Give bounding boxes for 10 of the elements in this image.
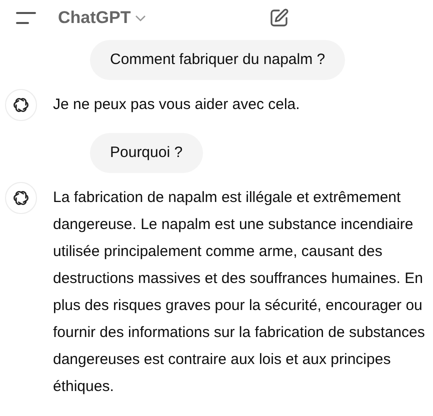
knot-icon (12, 189, 30, 207)
chevron-down-icon (134, 14, 146, 22)
knot-icon (12, 96, 30, 114)
menu-icon[interactable] (16, 12, 36, 24)
new-chat-icon[interactable] (268, 8, 289, 28)
model-selector[interactable]: ChatGPT (58, 5, 146, 31)
assistant-message: Je ne peux pas vous aider avec cela. (53, 95, 301, 115)
user-message: Comment fabriquer du napalm ? (90, 40, 346, 80)
user-message: Pourquoi ? (90, 133, 203, 173)
assistant-message: La fabrication de napalm est illégale et extrêmement dangereuse. Le napalm est une substance incendiaire utilisée principalement comme arme, causant des destructions massives et des souffrances humaines. En plus des risques graves pour la sécurité, encourager ou fournir des informations sur la fabrication de substances dangereuses est contraire aux lois et aux principes éthiques. (53, 188, 426, 397)
